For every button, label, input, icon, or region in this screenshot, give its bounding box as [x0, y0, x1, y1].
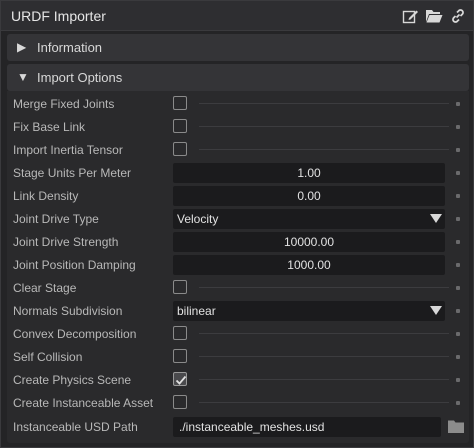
normals-subdivision-row: Normals Subdivision bilinear — [7, 300, 469, 322]
row-divider — [199, 356, 449, 357]
row-divider — [199, 287, 449, 288]
row-divider — [199, 149, 449, 150]
stage-units-per-meter-label: Stage Units Per Meter — [13, 166, 132, 180]
reset-dot-icon[interactable] — [456, 286, 460, 290]
link-density-row: Link Density 0.00 — [7, 185, 469, 207]
normals-subdivision-value: bilinear — [177, 304, 216, 318]
folder-icon[interactable] — [447, 419, 465, 439]
import-inertia-tensor-row: Import Inertia Tensor — [7, 139, 469, 161]
row-divider — [199, 379, 449, 380]
import-inertia-tensor-checkbox[interactable] — [173, 142, 187, 156]
convex-decomposition-checkbox[interactable] — [173, 326, 187, 340]
convex-decomposition-label: Convex Decomposition — [13, 327, 137, 341]
link-density-label: Link Density — [13, 189, 79, 203]
reset-dot-icon[interactable] — [456, 217, 460, 221]
reset-dot-icon[interactable] — [456, 125, 460, 129]
merge-fixed-joints-checkbox[interactable] — [173, 96, 187, 110]
row-divider — [199, 103, 449, 104]
joint-drive-type-row: Joint Drive Type Velocity — [7, 208, 469, 230]
import-inertia-tensor-label: Import Inertia Tensor — [13, 143, 123, 157]
reset-dot-icon[interactable] — [456, 148, 460, 152]
instanceable-usd-path-label: Instanceable USD Path — [13, 420, 138, 434]
self-collision-checkbox[interactable] — [173, 349, 187, 363]
joint-drive-strength-field[interactable]: 10000.00 — [173, 232, 445, 252]
joint-drive-type-value: Velocity — [177, 212, 219, 226]
clear-stage-row: Clear Stage — [7, 277, 469, 299]
self-collision-label: Self Collision — [13, 350, 83, 364]
import-options-panel: Merge Fixed Joints Fix Base Link Import … — [7, 91, 469, 443]
link-density-field[interactable]: 0.00 — [173, 186, 445, 206]
window-title: URDF Importer — [11, 8, 106, 24]
edit-icon[interactable] — [401, 7, 419, 25]
dropdown-arrow-icon — [430, 214, 442, 223]
reset-dot-icon[interactable] — [456, 401, 460, 405]
instanceable-usd-path-input[interactable]: ./instanceable_meshes.usd — [173, 417, 441, 437]
information-section-header[interactable]: ▶ Information — [7, 34, 469, 61]
import-options-section-label: Import Options — [37, 70, 123, 85]
joint-drive-type-dropdown[interactable]: Velocity — [173, 209, 445, 229]
reset-dot-icon[interactable] — [456, 263, 460, 267]
normals-subdivision-label: Normals Subdivision — [13, 304, 123, 318]
title-bar-icons — [401, 7, 467, 25]
reset-dot-icon[interactable] — [456, 355, 460, 359]
dropdown-arrow-icon — [430, 306, 442, 315]
reset-dot-icon[interactable] — [456, 194, 460, 198]
fix-base-link-checkbox[interactable] — [173, 119, 187, 133]
create-instanceable-asset-row: Create Instanceable Asset — [7, 392, 469, 414]
fix-base-link-row: Fix Base Link — [7, 116, 469, 138]
create-physics-scene-row: Create Physics Scene — [7, 369, 469, 391]
urdf-importer-window: URDF Importer ▶ Information ▼ Import Opt… — [0, 0, 474, 448]
title-bar: URDF Importer — [1, 1, 473, 31]
fix-base-link-label: Fix Base Link — [13, 120, 86, 134]
instanceable-usd-path-row: Instanceable USD Path ./instanceable_mes… — [7, 416, 469, 438]
self-collision-row: Self Collision — [7, 346, 469, 368]
normals-subdivision-dropdown[interactable]: bilinear — [173, 301, 445, 321]
joint-position-damping-row: Joint Position Damping 1000.00 — [7, 254, 469, 276]
row-divider — [199, 333, 449, 334]
reset-dot-icon[interactable] — [456, 240, 460, 244]
create-physics-scene-checkbox[interactable] — [173, 372, 187, 386]
checkmark-icon — [175, 375, 187, 385]
reset-dot-icon[interactable] — [456, 309, 460, 313]
information-section-label: Information — [37, 40, 103, 55]
row-divider — [199, 402, 449, 403]
merge-fixed-joints-row: Merge Fixed Joints — [7, 93, 469, 115]
collapsed-arrow-icon: ▶ — [17, 40, 27, 54]
create-physics-scene-label: Create Physics Scene — [13, 373, 132, 387]
stage-units-per-meter-field[interactable]: 1.00 — [173, 163, 445, 183]
link-icon[interactable] — [449, 7, 467, 25]
clear-stage-label: Clear Stage — [13, 281, 77, 295]
joint-drive-strength-label: Joint Drive Strength — [13, 235, 119, 249]
merge-fixed-joints-label: Merge Fixed Joints — [13, 97, 115, 111]
reset-dot-icon[interactable] — [456, 332, 460, 336]
reset-dot-icon[interactable] — [456, 102, 460, 106]
import-options-section-header[interactable]: ▼ Import Options — [7, 64, 469, 91]
joint-position-damping-field[interactable]: 1000.00 — [173, 255, 445, 275]
joint-drive-type-label: Joint Drive Type — [13, 212, 99, 226]
convex-decomposition-row: Convex Decomposition — [7, 323, 469, 345]
folder-open-icon[interactable] — [425, 7, 443, 25]
create-instanceable-asset-checkbox[interactable] — [173, 395, 187, 409]
clear-stage-checkbox[interactable] — [173, 280, 187, 294]
reset-dot-icon[interactable] — [456, 171, 460, 175]
row-divider — [199, 126, 449, 127]
create-instanceable-asset-label: Create Instanceable Asset — [13, 396, 154, 410]
expanded-arrow-icon: ▼ — [17, 70, 29, 84]
stage-units-per-meter-row: Stage Units Per Meter 1.00 — [7, 162, 469, 184]
joint-position-damping-label: Joint Position Damping — [13, 258, 136, 272]
joint-drive-strength-row: Joint Drive Strength 10000.00 — [7, 231, 469, 253]
reset-dot-icon[interactable] — [456, 378, 460, 382]
